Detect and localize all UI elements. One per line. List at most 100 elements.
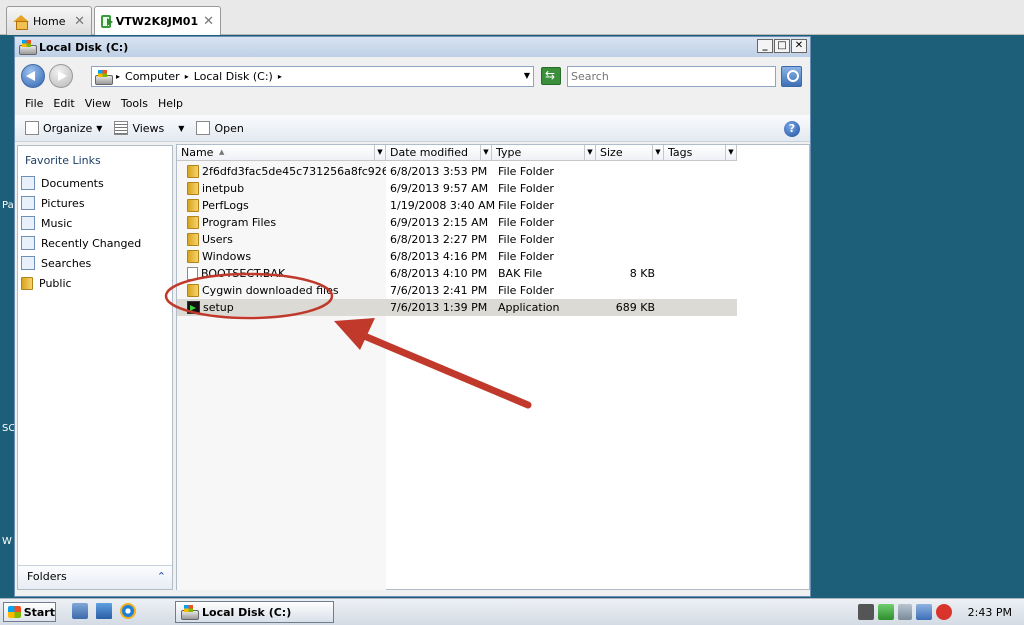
file-row[interactable]: setup 7/6/2013 1:39 PM Application 689 KB (177, 299, 737, 316)
file-row[interactable]: BOOTSECT.BAK 6/8/2013 4:10 PM BAK File 8 KB (177, 265, 737, 282)
column-filter-dropdown[interactable]: ▼ (374, 145, 385, 160)
column-header-date[interactable]: Date modified ▼ (386, 145, 492, 161)
search-icon[interactable] (781, 66, 802, 87)
file-name-cell[interactable]: Cygwin downloaded files (177, 282, 386, 299)
column-header-tags[interactable]: Tags ▼ (664, 145, 737, 161)
file-row[interactable]: Cygwin downloaded files 7/6/2013 2:41 PM F… (177, 282, 737, 299)
file-name-cell[interactable]: Program Files (177, 214, 386, 231)
sidebar-item-searches[interactable]: Searches (21, 254, 91, 272)
pictures-icon (21, 196, 35, 210)
back-button[interactable] (21, 64, 45, 88)
sidebar-item-documents[interactable]: Documents (21, 174, 104, 192)
chevron-down-icon: ▼ (178, 123, 185, 133)
explorer-window: Local Disk (C:) _ □ ✕ ▸ Computer ▸ Local… (14, 36, 811, 597)
address-history-dropdown[interactable]: ▼ (518, 66, 536, 87)
search-input[interactable] (567, 66, 776, 87)
open-button[interactable]: Open (190, 117, 249, 139)
breadcrumb-separator[interactable]: ▸ (185, 72, 189, 81)
file-row[interactable]: PerfLogs 1/19/2008 3:40 AM File Folder (177, 197, 737, 214)
column-header-type[interactable]: Type ▼ (492, 145, 596, 161)
file-row[interactable]: 2f6dfd3fac5de45c731256a8fc92691f 6/8/2013… (177, 163, 737, 180)
file-name-cell[interactable]: BOOTSECT.BAK (177, 265, 386, 282)
sidebar-item-recently-changed[interactable]: Recently Changed (21, 234, 141, 252)
server-manager-icon[interactable] (72, 603, 88, 619)
menu-tools[interactable]: Tools (119, 95, 156, 113)
close-button[interactable]: ✕ (791, 39, 807, 53)
tab-vm[interactable]: VTW2K8JM01 ✕ (94, 6, 221, 35)
network-icon[interactable] (916, 604, 932, 620)
column-filter-dropdown[interactable]: ▼ (480, 145, 491, 160)
file-name: setup (203, 301, 234, 314)
window-title: Local Disk (C:) (39, 40, 129, 54)
vmware-tools-icon[interactable] (878, 604, 894, 620)
organize-button[interactable]: Organize ▼ (19, 117, 108, 139)
title-bar[interactable]: Local Disk (C:) _ □ ✕ (15, 37, 810, 57)
security-shield-icon[interactable] (898, 604, 912, 620)
file-row[interactable]: Program Files 6/9/2013 2:15 AM File Folder (177, 214, 737, 231)
file-name-cell[interactable]: Windows (177, 248, 386, 265)
chevron-down-icon: ▼ (96, 123, 103, 133)
folders-toggle[interactable]: Folders ⌃ (18, 565, 172, 589)
column-header-label: Tags (668, 146, 693, 159)
file-name-cell[interactable]: inetpub (177, 180, 386, 197)
tab-home[interactable]: Home ✕ (6, 6, 92, 35)
column-header-name[interactable]: Name ▲ ▼ (177, 145, 386, 161)
sidebar-item-label: Searches (41, 256, 92, 270)
file-name: Cygwin downloaded files (202, 284, 339, 297)
file-row[interactable]: Users 6/8/2013 2:27 PM File Folder (177, 231, 737, 248)
start-button[interactable]: Start (3, 602, 56, 622)
file-name-cell[interactable]: Users (177, 231, 386, 248)
menu-help[interactable]: Help (156, 95, 191, 113)
folders-label: Folders (27, 570, 67, 583)
file-name-cell[interactable]: setup (177, 299, 386, 316)
volume-muted-icon[interactable] (936, 604, 952, 620)
drive-icon (19, 40, 37, 55)
documents-icon (21, 176, 35, 190)
sidebar-item-pictures[interactable]: Pictures (21, 194, 85, 212)
caption-buttons: _ □ ✕ (757, 39, 807, 53)
file-type: File Folder (498, 216, 554, 229)
internet-explorer-icon[interactable] (120, 603, 136, 619)
breadcrumb-computer[interactable]: Computer (125, 70, 180, 83)
refresh-button[interactable] (541, 67, 561, 85)
drive-icon (181, 605, 199, 620)
menu-view[interactable]: View (83, 95, 119, 113)
taskbar-button-local-disk[interactable]: Local Disk (C:) (175, 601, 334, 623)
close-icon[interactable]: ✕ (74, 14, 85, 29)
file-size (596, 163, 658, 180)
clock[interactable]: 2:43 PM (968, 606, 1012, 619)
column-filter-dropdown[interactable]: ▼ (584, 145, 595, 160)
column-header-size[interactable]: Size ▼ (596, 145, 664, 161)
views-label: Views (132, 121, 165, 135)
help-icon[interactable]: ? (784, 121, 800, 137)
minimize-button[interactable]: _ (757, 39, 773, 53)
menu-file[interactable]: File (23, 95, 51, 113)
forward-button[interactable] (49, 64, 73, 88)
command-bar: Organize ▼ Views ▼ Open (15, 115, 810, 142)
folder-icon (187, 165, 199, 178)
breadcrumb-local-disk[interactable]: Local Disk (C:) (194, 70, 273, 83)
breadcrumb-separator[interactable]: ▸ (116, 72, 120, 81)
file-row[interactable]: Windows 6/8/2013 4:16 PM File Folder (177, 248, 737, 265)
file-name-cell[interactable]: 2f6dfd3fac5de45c731256a8fc92691f (177, 163, 386, 180)
sidebar-item-public[interactable]: Public (21, 274, 72, 292)
show-desktop-icon[interactable] (96, 603, 112, 619)
column-filter-dropdown[interactable]: ▼ (652, 145, 663, 160)
keyboard-icon[interactable] (858, 604, 874, 620)
file-row[interactable]: inetpub 6/9/2013 9:57 AM File Folder (177, 180, 737, 197)
views-button[interactable]: Views ▼ (108, 117, 190, 139)
close-icon[interactable]: ✕ (203, 14, 214, 29)
sidebar-item-music[interactable]: Music (21, 214, 72, 232)
maximize-button[interactable]: □ (774, 39, 790, 53)
file-name-cell[interactable]: PerfLogs (177, 197, 386, 214)
music-icon (21, 216, 35, 230)
file-date: 6/8/2013 3:53 PM (390, 165, 488, 178)
file-type: File Folder (498, 165, 554, 178)
menu-edit[interactable]: Edit (51, 95, 82, 113)
address-bar[interactable]: ▸ Computer ▸ Local Disk (C:) ▸ (91, 66, 534, 87)
breadcrumb-separator[interactable]: ▸ (278, 72, 282, 81)
taskbar: Start Local Disk (C:) 2:43 PM (0, 598, 1024, 625)
menu-bar: File Edit View Tools Help (15, 95, 810, 113)
taskbar-button-label: Local Disk (C:) (202, 605, 292, 619)
column-filter-dropdown[interactable]: ▼ (725, 145, 736, 160)
